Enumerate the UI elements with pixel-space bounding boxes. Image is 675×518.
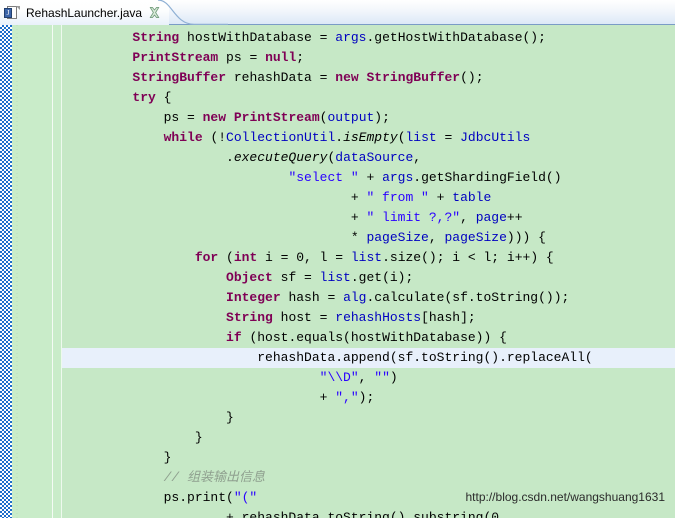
code-line: for (int i = 0, l = list.size(); i < l; …	[194, 250, 554, 265]
code-line: "\\D", "")	[319, 370, 398, 385]
editor-tab-title: RehashLauncher.java	[26, 5, 143, 20]
code-line: while (!CollectionUtil.isEmpty(list = Jd…	[163, 130, 531, 145]
code-line: String host = rehashHosts[hash];	[226, 310, 476, 325]
code-line: .executeQuery(dataSource,	[70, 150, 422, 165]
margin-divider-line	[52, 25, 53, 518]
close-icon[interactable]	[148, 6, 161, 19]
code-line: "select " + args.getShardingField()	[288, 170, 562, 185]
code-line: }	[70, 410, 234, 425]
code-text-area[interactable]: String hostWithDatabase = args.getHostWi…	[62, 25, 675, 518]
java-file-icon-badge: J	[4, 7, 12, 18]
code-line: String hostWithDatabase = args.getHostWi…	[132, 30, 546, 45]
code-line: Integer hash = alg.calculate(sf.toString…	[226, 290, 570, 305]
code-line: // 组装输出信息	[163, 470, 266, 485]
folding-margin-texture	[16, 25, 18, 518]
eclipse-editor-window: J RehashLauncher.java String hostWithDat…	[0, 0, 675, 518]
java-file-icon: J	[4, 5, 20, 21]
code-line: Object sf = list.get(i);	[226, 270, 414, 285]
code-lines: String hostWithDatabase = args.getHostWi…	[62, 28, 675, 518]
code-line: + " from " + table	[70, 190, 492, 205]
annotation-marker-bar[interactable]	[0, 25, 12, 518]
code-line: + rehashData.toString().substring(0,	[70, 510, 507, 518]
code-line: try {	[132, 90, 172, 105]
code-line: + ",");	[70, 390, 375, 405]
code-line: }	[70, 450, 172, 465]
code-line: + " limit ?,?", page++	[70, 210, 523, 225]
code-line: }	[70, 430, 203, 445]
code-line: rehashData.append(sf.toString().replaceA…	[62, 348, 675, 368]
folding-margin[interactable]	[12, 25, 62, 518]
editor-tab-rehashlauncher[interactable]: J RehashLauncher.java	[0, 0, 170, 25]
code-line: PrintStream ps = null;	[132, 50, 305, 65]
editor-tab-bar: J RehashLauncher.java	[0, 0, 675, 25]
code-line: if (host.equals(hostWithDatabase)) {	[226, 330, 507, 345]
editor-body[interactable]: String hostWithDatabase = args.getHostWi…	[0, 25, 675, 518]
code-line: * pageSize, pageSize))) {	[70, 230, 546, 245]
code-line: ps = new PrintStream(output);	[70, 110, 390, 125]
watermark-url: http://blog.csdn.net/wangshuang1631	[465, 490, 666, 504]
code-line: StringBuffer rehashData = new StringBuff…	[132, 70, 484, 85]
